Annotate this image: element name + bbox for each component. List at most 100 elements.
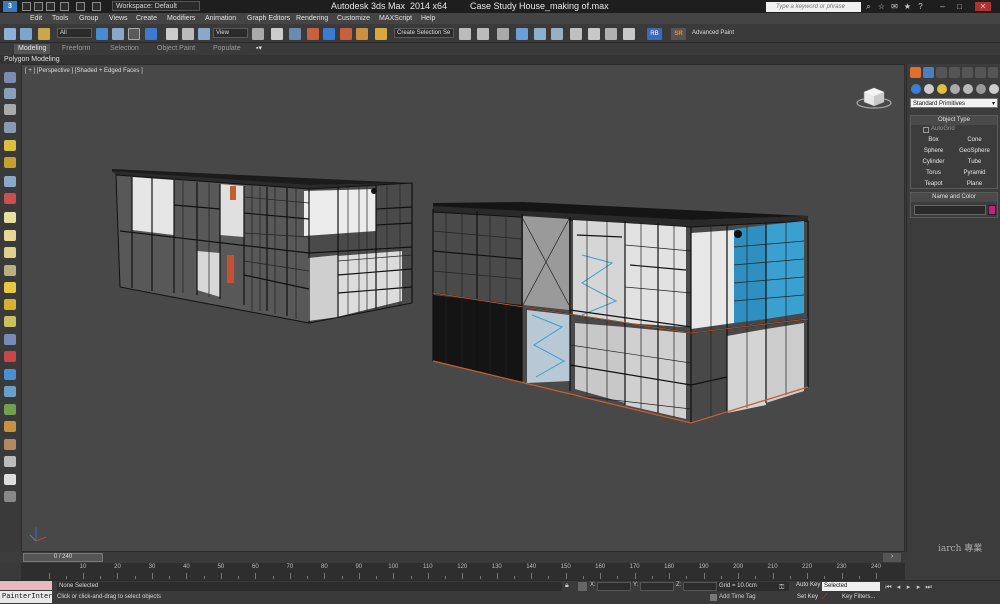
left-building[interactable] bbox=[112, 169, 413, 324]
display-tab-icon[interactable] bbox=[962, 67, 973, 78]
grid-icon[interactable] bbox=[4, 491, 16, 502]
right-building[interactable] bbox=[432, 202, 809, 424]
cylinder-button[interactable]: Cylinder bbox=[914, 158, 953, 167]
tab-selection[interactable]: Selection bbox=[106, 44, 143, 54]
scene-render[interactable] bbox=[22, 65, 906, 553]
favorites-icon[interactable]: ★ bbox=[903, 2, 912, 11]
hierarchy-tab-icon[interactable] bbox=[936, 67, 947, 78]
z-coordinate-field[interactable] bbox=[683, 582, 717, 591]
named-selection-dropdown[interactable]: Create Selection Se bbox=[394, 28, 454, 38]
record-icon[interactable] bbox=[4, 193, 16, 204]
teapot-button[interactable]: Teapot bbox=[914, 180, 953, 189]
menu-animation[interactable]: Animation bbox=[205, 13, 236, 24]
maxscript-tab-icon[interactable] bbox=[988, 67, 998, 78]
star-icon[interactable] bbox=[4, 282, 16, 293]
character-icon[interactable] bbox=[4, 439, 16, 450]
menu-group[interactable]: Group bbox=[79, 13, 98, 24]
plane-button[interactable]: Plane bbox=[955, 180, 994, 189]
keyboard-shortcut-icon[interactable] bbox=[289, 28, 301, 40]
tab-object-paint[interactable]: Object Paint bbox=[153, 44, 199, 54]
target-icon[interactable] bbox=[4, 316, 16, 327]
transform-mode-icon[interactable] bbox=[578, 582, 587, 591]
autogrid-checkbox[interactable] bbox=[923, 127, 929, 133]
tab-modeling[interactable]: Modeling bbox=[14, 44, 51, 54]
select-by-name-icon[interactable] bbox=[112, 28, 124, 40]
time-tag-icon[interactable] bbox=[710, 594, 717, 601]
cone-button[interactable]: Cone bbox=[955, 136, 994, 145]
select-move-icon[interactable] bbox=[166, 28, 178, 40]
snaps-toggle-icon[interactable] bbox=[307, 28, 319, 40]
create-tab-icon[interactable] bbox=[910, 67, 921, 78]
communication-center-icon[interactable]: ✉ bbox=[890, 2, 899, 11]
close-icon[interactable]: ✕ bbox=[975, 2, 991, 11]
primitives-dropdown[interactable]: Standard Primitives ▾ bbox=[910, 98, 998, 108]
foliage-icon[interactable] bbox=[4, 404, 16, 415]
rectangular-selection-icon[interactable] bbox=[128, 28, 140, 40]
app-menu-button[interactable]: 3 bbox=[3, 1, 17, 12]
perspective-viewport[interactable]: [ + ] [Perspective ] [Shaded + Edged Fac… bbox=[21, 64, 905, 552]
window-crossing-icon[interactable] bbox=[145, 28, 157, 40]
material-icon[interactable] bbox=[4, 474, 16, 485]
box-button[interactable]: Box bbox=[914, 136, 953, 145]
polygon-modeling-label[interactable]: Polygon Modeling bbox=[4, 55, 60, 64]
manipulate-icon[interactable] bbox=[271, 28, 283, 40]
menu-rendering[interactable]: Rendering bbox=[296, 13, 328, 24]
cameras-icon[interactable] bbox=[950, 84, 960, 94]
bind-space-warp-icon[interactable] bbox=[38, 28, 50, 40]
rb-button[interactable]: RB bbox=[647, 28, 662, 40]
select-scale-icon[interactable] bbox=[198, 28, 210, 40]
key-filter-icon[interactable]: ⟋ bbox=[822, 592, 828, 602]
undo-icon[interactable] bbox=[60, 2, 69, 11]
tab-populate[interactable]: Populate bbox=[209, 44, 245, 54]
menu-maxscript[interactable]: MAXScript bbox=[379, 13, 412, 24]
unlink-icon[interactable] bbox=[20, 28, 32, 40]
pivot-center-icon[interactable] bbox=[252, 28, 264, 40]
next-frame-icon[interactable]: ▸ bbox=[914, 584, 923, 592]
world-icon[interactable] bbox=[4, 386, 16, 397]
particle-icon[interactable] bbox=[4, 351, 16, 362]
layer-manager-icon[interactable] bbox=[497, 28, 509, 40]
menu-edit[interactable]: Edit bbox=[30, 13, 42, 24]
menu-modifiers[interactable]: Modifiers bbox=[167, 13, 195, 24]
scene-explorer-icon[interactable] bbox=[4, 88, 16, 99]
selection-filter-dropdown[interactable]: All bbox=[57, 28, 92, 38]
geosphere-button[interactable]: GeoSphere bbox=[955, 147, 994, 156]
subscription-icon[interactable]: ☆ bbox=[877, 2, 886, 11]
systems-icon[interactable] bbox=[989, 84, 999, 94]
pyramid-button[interactable]: Pyramid bbox=[955, 169, 994, 178]
select-rotate-icon[interactable] bbox=[182, 28, 194, 40]
material-editor-icon[interactable] bbox=[570, 28, 582, 40]
ribbon-options-icon[interactable]: ▪▾ bbox=[252, 44, 266, 54]
go-to-start-icon[interactable]: ⏮ bbox=[884, 584, 893, 592]
camera-icon[interactable] bbox=[4, 334, 16, 345]
torus-primitive-icon[interactable] bbox=[4, 265, 16, 276]
reference-coordinate-dropdown[interactable]: View bbox=[213, 28, 248, 38]
name-color-header[interactable]: Name and Color bbox=[911, 193, 997, 202]
maxscript-mini-listener[interactable]: PainterInter bbox=[0, 591, 52, 603]
search-input[interactable]: Type a keyword or phrase bbox=[766, 2, 861, 12]
graphite-toggle-icon[interactable] bbox=[516, 28, 528, 40]
shapes-icon[interactable] bbox=[924, 84, 934, 94]
sphere-button[interactable]: Sphere bbox=[914, 147, 953, 156]
time-slider-next-icon[interactable]: › bbox=[883, 553, 901, 562]
curve-editor-icon[interactable] bbox=[534, 28, 546, 40]
set-key-button[interactable]: Set Key bbox=[797, 594, 818, 600]
new-file-icon[interactable] bbox=[22, 2, 31, 11]
search-icon[interactable]: ⌕ bbox=[864, 2, 873, 11]
layer-explorer-icon[interactable] bbox=[4, 104, 16, 115]
light-icon[interactable] bbox=[4, 140, 16, 151]
motion-tab-icon[interactable] bbox=[949, 67, 960, 78]
open-file-icon[interactable] bbox=[34, 2, 43, 11]
rendered-frame-window-icon[interactable] bbox=[605, 28, 617, 40]
space-warps-icon[interactable] bbox=[976, 84, 986, 94]
helpers-icon[interactable] bbox=[963, 84, 973, 94]
menu-create[interactable]: Create bbox=[136, 13, 157, 24]
tab-freeform[interactable]: Freeform bbox=[58, 44, 94, 54]
object-name-input[interactable] bbox=[914, 205, 986, 215]
menu-graph-editors[interactable]: Graph Editors bbox=[247, 13, 290, 24]
sphere-primitive-icon[interactable] bbox=[4, 230, 16, 241]
workspace-dropdown[interactable]: Workspace: Default bbox=[112, 1, 200, 11]
menu-views[interactable]: Views bbox=[109, 13, 128, 24]
time-slider[interactable]: 0 / 240 › bbox=[21, 552, 905, 563]
play-icon[interactable]: ▸ bbox=[904, 584, 913, 592]
